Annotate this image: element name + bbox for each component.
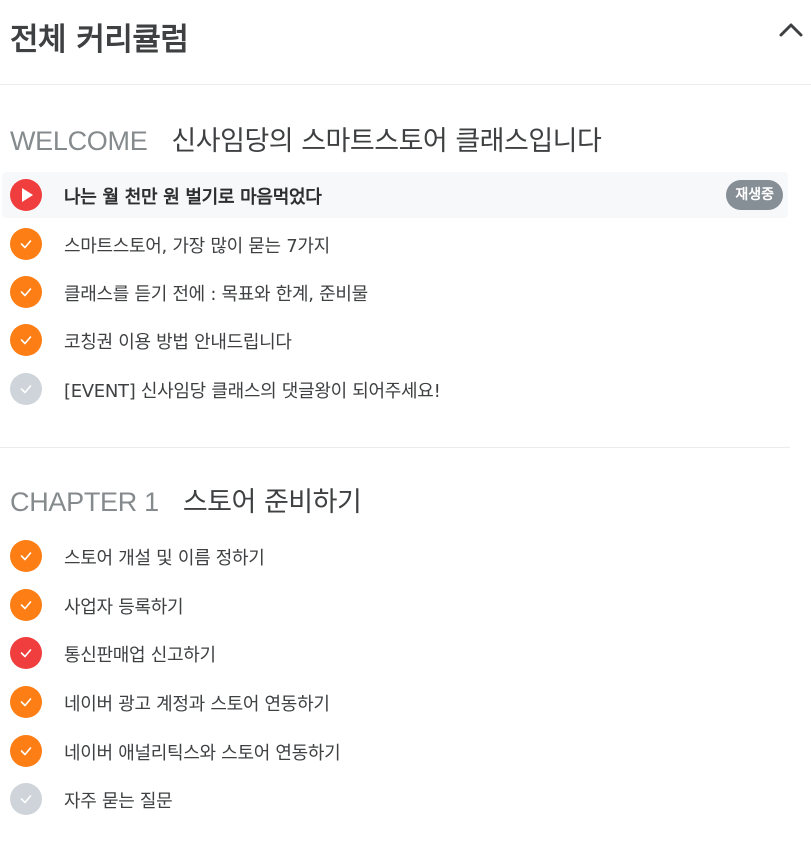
check-circle-icon: [10, 276, 42, 308]
check-circle-icon: [10, 735, 42, 767]
check-circle-icon: [10, 783, 42, 815]
check-circle-icon: [10, 228, 42, 260]
section-label: WELCOME: [10, 126, 148, 156]
now-playing-badge: 재생중: [726, 180, 783, 210]
lesson-title: 스마트스토어, 가장 많이 묻는 7가지: [64, 236, 330, 257]
lesson-item[interactable]: 네이버 애널리틱스와 스토어 연동하기: [2, 728, 788, 774]
check-circle-icon: [10, 324, 42, 356]
section-name: 신사임당의 스마트스토어 클래스입니다: [171, 126, 602, 157]
section-chapter-1: CHAPTER 1 스토어 준비하기 스토어 개설 및 이름 정하기 사업자 등록…: [0, 448, 790, 849]
lesson-item[interactable]: [EVENT] 신사임당 클래스의 댓글왕이 되어주세요!: [2, 366, 788, 412]
check-circle-icon: [10, 589, 42, 621]
section-header: CHAPTER 1 스토어 준비하기: [10, 480, 362, 519]
lesson-title: 클래스를 듣기 전에 : 목표와 한계, 준비물: [64, 284, 368, 305]
lesson-item[interactable]: 코칭권 이용 방법 안내드립니다: [2, 317, 788, 363]
lesson-title: 코칭권 이용 방법 안내드립니다: [64, 332, 292, 353]
lesson-item[interactable]: 자주 묻는 질문: [2, 776, 788, 822]
lesson-item[interactable]: 네이버 광고 계정과 스토어 연동하기: [2, 679, 788, 725]
lesson-title: 자주 묻는 질문: [64, 791, 173, 812]
section-name: 스토어 준비하기: [182, 487, 362, 518]
check-circle-icon: [10, 637, 42, 669]
lesson-title: [EVENT] 신사임당 클래스의 댓글왕이 되어주세요!: [64, 381, 441, 402]
lesson-item[interactable]: 클래스를 듣기 전에 : 목표와 한계, 준비물: [2, 269, 788, 315]
chevron-up-icon: [779, 23, 803, 37]
page-title: 전체 커리큘럼: [10, 22, 189, 58]
check-circle-icon: [10, 540, 42, 572]
lesson-title: 네이버 애널리틱스와 스토어 연동하기: [64, 743, 341, 764]
check-circle-icon: [10, 373, 42, 405]
curriculum-header: 전체 커리큘럼: [0, 0, 811, 85]
lesson-item[interactable]: 스마트스토어, 가장 많이 묻는 7가지: [2, 221, 788, 267]
lesson-title: 네이버 광고 계정과 스토어 연동하기: [64, 694, 330, 715]
lesson-title: 사업자 등록하기: [64, 597, 184, 618]
collapse-button[interactable]: [777, 16, 805, 44]
lesson-title: 통신판매업 신고하기: [64, 645, 216, 666]
lesson-title: 스토어 개설 및 이름 정하기: [64, 548, 265, 569]
lesson-title: 나는 월 천만 원 벌기로 마음먹었다: [64, 187, 322, 208]
section-header: WELCOME 신사임당의 스마트스토어 클래스입니다: [10, 119, 602, 158]
check-circle-icon: [10, 686, 42, 718]
lesson-item[interactable]: 스토어 개설 및 이름 정하기: [2, 533, 788, 579]
section-label: CHAPTER 1: [10, 487, 159, 517]
lesson-item[interactable]: 통신판매업 신고하기: [2, 630, 788, 676]
play-icon: [10, 179, 42, 211]
section-welcome: WELCOME 신사임당의 스마트스토어 클래스입니다 나는 월 천만 원 벌기로…: [0, 86, 790, 448]
lesson-item[interactable]: 사업자 등록하기: [2, 582, 788, 628]
lesson-item-playing[interactable]: 나는 월 천만 원 벌기로 마음먹었다 재생중: [2, 172, 788, 218]
